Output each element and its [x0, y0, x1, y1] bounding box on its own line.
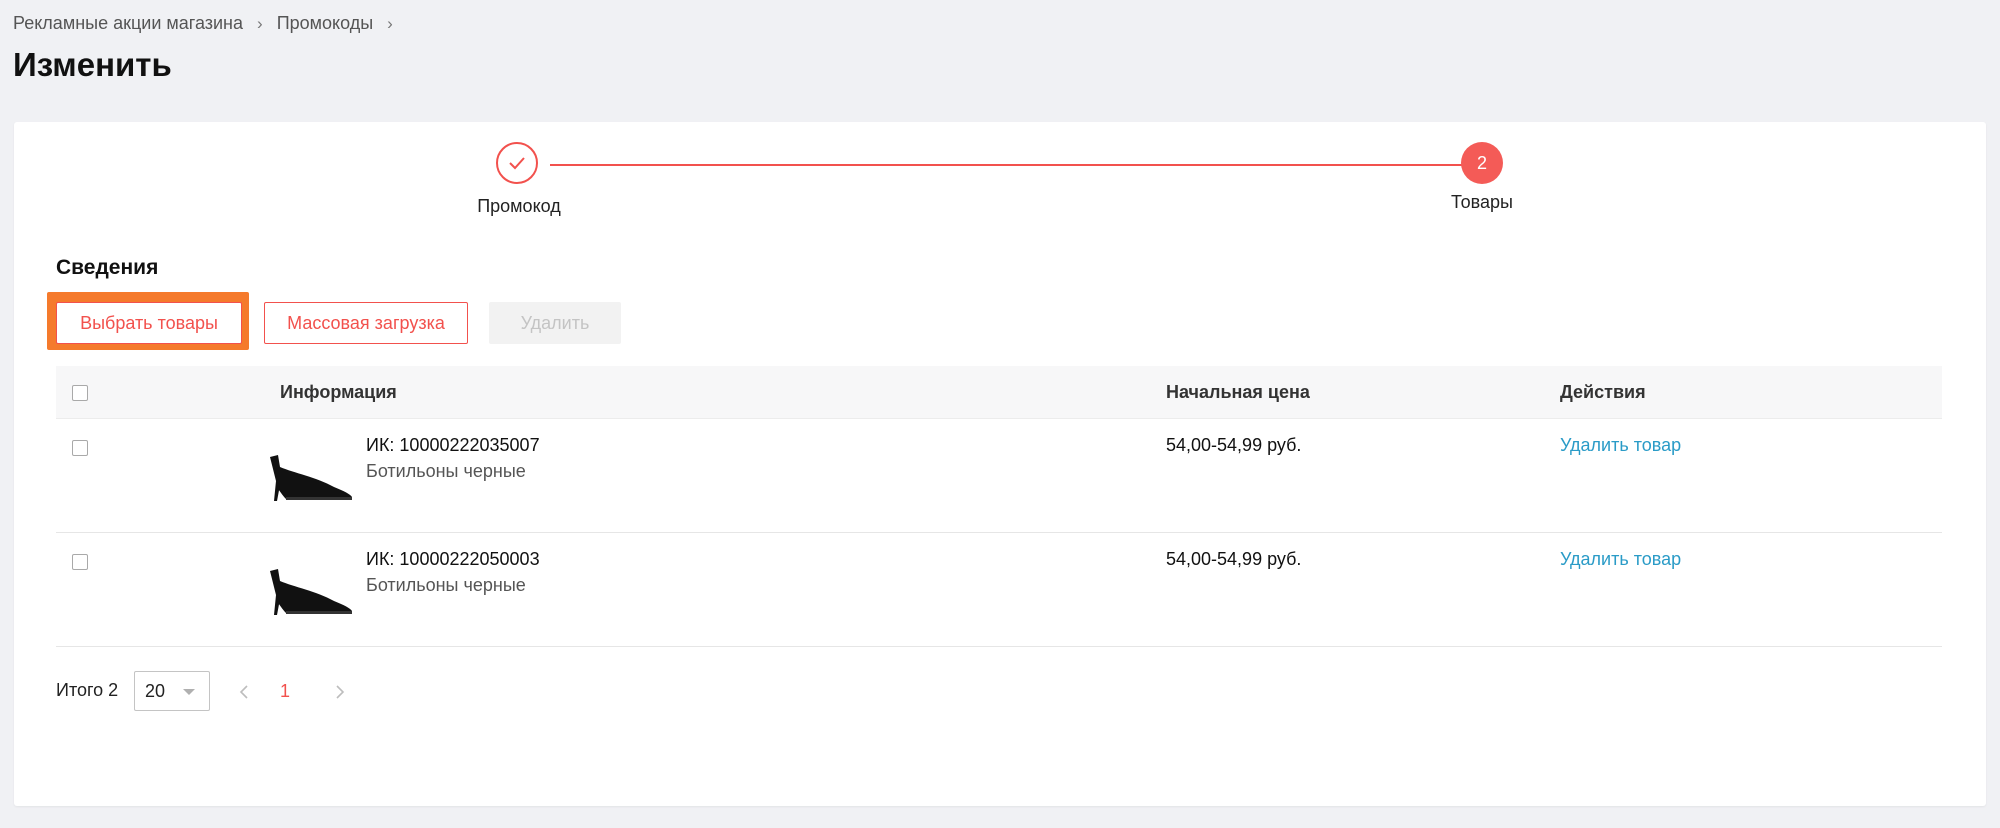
total-count: Итого 2 [56, 680, 119, 700]
select-all-checkbox[interactable] [72, 385, 88, 401]
delete-button[interactable]: Удалить [489, 302, 621, 344]
breadcrumb: Рекламные акции магазина › Промокоды › [13, 13, 407, 34]
page-size-select[interactable]: 20 [134, 671, 210, 711]
product-thumbnail [270, 455, 352, 501]
breadcrumb-item-ad-campaigns[interactable]: Рекламные акции магазина [13, 13, 243, 34]
step-1-label: Промокод [477, 196, 561, 216]
chevron-right-icon [336, 685, 345, 699]
page-number-current[interactable]: 1 [280, 681, 290, 702]
table-row: ИК: 10000222035007 Ботильоны черные 54,0… [56, 419, 1942, 533]
row-checkbox[interactable] [72, 440, 88, 456]
breadcrumb-item-promocodes[interactable]: Промокоды [277, 13, 373, 34]
table-row: ИК: 10000222050003 Ботильоны черные 54,0… [56, 533, 1942, 647]
chevron-right-icon: › [257, 13, 263, 33]
chevron-down-icon [183, 689, 195, 695]
product-sku: ИК: 10000222050003 [366, 549, 540, 569]
column-header-price: Начальная цена [1166, 382, 1310, 402]
stepper-line [550, 164, 1464, 166]
step-1-done-indicator [496, 142, 538, 184]
chevron-left-icon [239, 685, 248, 699]
column-header-actions: Действия [1560, 382, 1646, 402]
mass-upload-button[interactable]: Массовая загрузка [264, 302, 468, 344]
section-title: Сведения [56, 256, 159, 279]
step-2-label: Товары [1451, 192, 1513, 212]
next-page-button[interactable] [330, 681, 350, 703]
step-2-active-indicator: 2 [1461, 142, 1503, 184]
page-size-value: 20 [145, 680, 166, 701]
chevron-right-icon: › [387, 13, 393, 33]
products-table: Информация Начальная цена Действия ИК: 1… [56, 366, 1942, 647]
check-icon [509, 157, 525, 170]
product-price: 54,00-54,99 руб. [1166, 549, 1302, 569]
row-checkbox[interactable] [72, 554, 88, 570]
product-sku: ИК: 10000222035007 [366, 435, 540, 455]
remove-product-link[interactable]: Удалить товар [1560, 435, 1681, 456]
product-name: Ботильоны черные [366, 461, 526, 481]
product-name: Ботильоны черные [366, 575, 526, 595]
remove-product-link[interactable]: Удалить товар [1560, 549, 1681, 570]
previous-page-button[interactable] [234, 681, 254, 703]
column-header-info: Информация [280, 382, 397, 402]
content-card: Промокод 2 Товары Сведения Выбрать товар… [14, 122, 1986, 806]
page-title: Изменить [13, 46, 172, 83]
table-header: Информация Начальная цена Действия [56, 366, 1942, 419]
product-price: 54,00-54,99 руб. [1166, 435, 1302, 455]
select-products-button[interactable]: Выбрать товары [56, 302, 242, 344]
product-thumbnail [270, 569, 352, 615]
